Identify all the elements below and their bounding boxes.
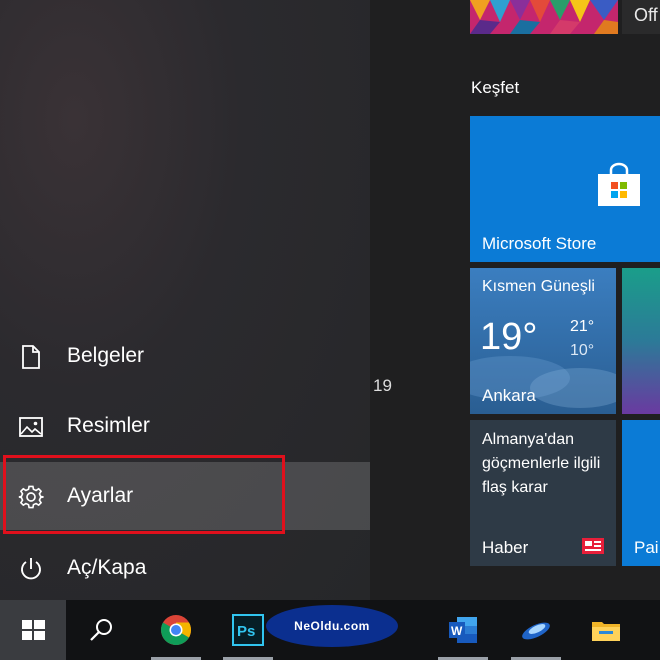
photoshop-text: Ps — [237, 623, 255, 640]
office-tile-label: Off — [634, 5, 658, 25]
start-button[interactable] — [0, 600, 66, 660]
windows-start-icon — [22, 620, 45, 640]
weather-tile[interactable]: Kısmen Güneşli 19° 21° 10° Ankara — [470, 268, 616, 414]
pictures-icon — [19, 417, 43, 437]
paint-tile-label: Pai — [634, 538, 659, 557]
start-item-pictures-label: Resimler — [67, 414, 150, 437]
colorful-pattern-icon — [470, 0, 618, 34]
start-item-documents[interactable]: Belgeler — [0, 322, 370, 390]
photoshop-icon: Ps — [232, 614, 264, 646]
taskbar-app[interactable] — [503, 600, 569, 660]
news-icon — [582, 538, 604, 554]
app-list-partial-text: 19 — [373, 376, 392, 395]
start-item-documents-label: Belgeler — [67, 344, 145, 367]
partial-tile-teal[interactable] — [622, 268, 660, 414]
settings-highlight-box — [3, 455, 285, 534]
paint-tile[interactable]: Pai — [622, 420, 660, 566]
file-explorer-icon — [592, 622, 620, 641]
office-tile[interactable]: Off — [622, 0, 660, 34]
taskbar-word[interactable]: W — [430, 600, 496, 660]
pinned-tile-colorful[interactable] — [470, 0, 618, 34]
weather-high: 21° — [570, 318, 595, 335]
store-bag-icon — [598, 162, 640, 206]
search-icon — [90, 619, 112, 641]
taskbar-chrome[interactable] — [143, 600, 209, 660]
news-source: Haber — [482, 538, 529, 557]
chrome-icon — [160, 615, 192, 646]
document-icon — [22, 345, 40, 369]
weather-low: 10° — [570, 342, 595, 359]
tile-group-label: Keşfet — [471, 78, 520, 97]
neoldu-watermark: NeOldu.com — [266, 605, 398, 647]
word-icon: W — [449, 617, 477, 643]
news-tile[interactable]: Almanya'dan göçmenlerle ilgili flaş kara… — [470, 420, 616, 566]
power-icon — [21, 558, 41, 580]
weather-temperature: 19° — [480, 316, 538, 358]
weather-condition: Kısmen Güneşli — [482, 278, 595, 295]
taskbar-file-explorer[interactable] — [573, 600, 639, 660]
news-headline: Almanya'dan göçmenlerle ilgili flaş kara… — [482, 431, 601, 496]
app-icon — [522, 622, 550, 640]
weather-city: Ankara — [482, 386, 536, 405]
word-text: W — [451, 624, 463, 638]
start-item-power-label: Aç/Kapa — [67, 556, 147, 579]
watermark-text: NeOldu.com — [294, 619, 370, 633]
start-menu-app-list — [370, 0, 460, 600]
microsoft-store-tile[interactable]: Microsoft Store — [470, 116, 660, 262]
start-item-pictures[interactable]: Resimler — [0, 392, 370, 460]
start-item-power[interactable]: Aç/Kapa — [0, 534, 370, 602]
microsoft-store-label: Microsoft Store — [482, 234, 597, 253]
search-button[interactable] — [68, 600, 134, 660]
